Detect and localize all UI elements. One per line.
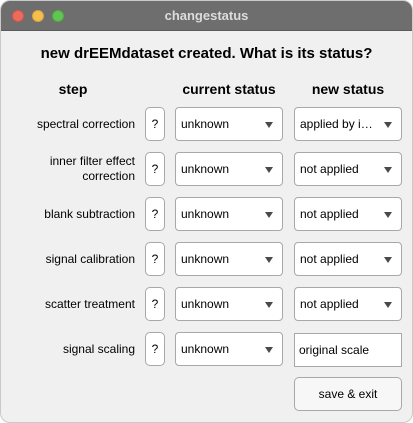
current-status-dropdown-spectral-correction[interactable]: unknown bbox=[175, 107, 283, 141]
chevron-down-icon bbox=[265, 122, 273, 128]
save-exit-button[interactable]: save & exit bbox=[294, 377, 402, 411]
header-new-status: new status bbox=[311, 81, 385, 97]
header-current-status: current status bbox=[182, 81, 276, 97]
chevron-down-icon bbox=[384, 302, 392, 308]
chevron-down-icon bbox=[265, 167, 273, 173]
help-button-blank-subtraction[interactable]: ? bbox=[145, 197, 165, 231]
chevron-down-icon bbox=[384, 122, 392, 128]
step-label-blank-subtraction: blank subtraction bbox=[44, 207, 135, 221]
changestatus-window: changestatus new drEEMdataset created. W… bbox=[0, 0, 413, 423]
new-status-dropdown-blank-subtraction[interactable]: not applied bbox=[294, 197, 402, 231]
help-button-signal-scaling[interactable]: ? bbox=[145, 332, 165, 366]
help-button-spectral-correction[interactable]: ? bbox=[145, 107, 165, 141]
chevron-down-icon bbox=[265, 257, 273, 263]
help-button-scatter-treatment[interactable]: ? bbox=[145, 287, 165, 321]
signal-scaling-text-field[interactable]: original scale bbox=[294, 333, 402, 367]
new-status-dropdown-signal-calibration[interactable]: not applied bbox=[294, 242, 402, 276]
current-status-dropdown-scatter-treatment[interactable]: unknown bbox=[175, 287, 283, 321]
window-title: changestatus bbox=[164, 8, 249, 23]
step-label-inner-filter-effect-correction: inner filter effect correction bbox=[49, 154, 135, 183]
current-status-dropdown-blank-subtraction[interactable]: unknown bbox=[175, 197, 283, 231]
current-status-dropdown-signal-calibration[interactable]: unknown bbox=[175, 242, 283, 276]
step-label-signal-scaling: signal scaling bbox=[62, 342, 135, 356]
header-step: step bbox=[58, 81, 88, 97]
status-question: new drEEMdataset created. What is its st… bbox=[40, 45, 373, 62]
chevron-down-icon bbox=[265, 347, 273, 353]
chevron-down-icon bbox=[384, 212, 392, 218]
new-status-dropdown-scatter-treatment[interactable]: not applied bbox=[294, 287, 402, 321]
step-label-scatter-treatment: scatter treatment bbox=[44, 297, 135, 311]
chevron-down-icon bbox=[384, 167, 392, 173]
help-button-signal-calibration[interactable]: ? bbox=[145, 242, 165, 276]
help-button-inner-filter-effect[interactable]: ? bbox=[145, 152, 165, 186]
step-label-spectral-correction: spectral correction bbox=[36, 117, 135, 131]
chevron-down-icon bbox=[265, 302, 273, 308]
chevron-down-icon bbox=[384, 257, 392, 263]
new-status-dropdown-spectral-correction[interactable]: applied by i… bbox=[294, 107, 402, 141]
current-status-dropdown-signal-scaling[interactable]: unknown bbox=[175, 332, 283, 366]
chevron-down-icon bbox=[265, 212, 273, 218]
title-bar: changestatus bbox=[1, 1, 412, 31]
new-status-dropdown-inner-filter-effect[interactable]: not applied bbox=[294, 152, 402, 186]
current-status-dropdown-inner-filter-effect[interactable]: unknown bbox=[175, 152, 283, 186]
step-label-signal-calibration: signal calibration bbox=[45, 252, 135, 266]
